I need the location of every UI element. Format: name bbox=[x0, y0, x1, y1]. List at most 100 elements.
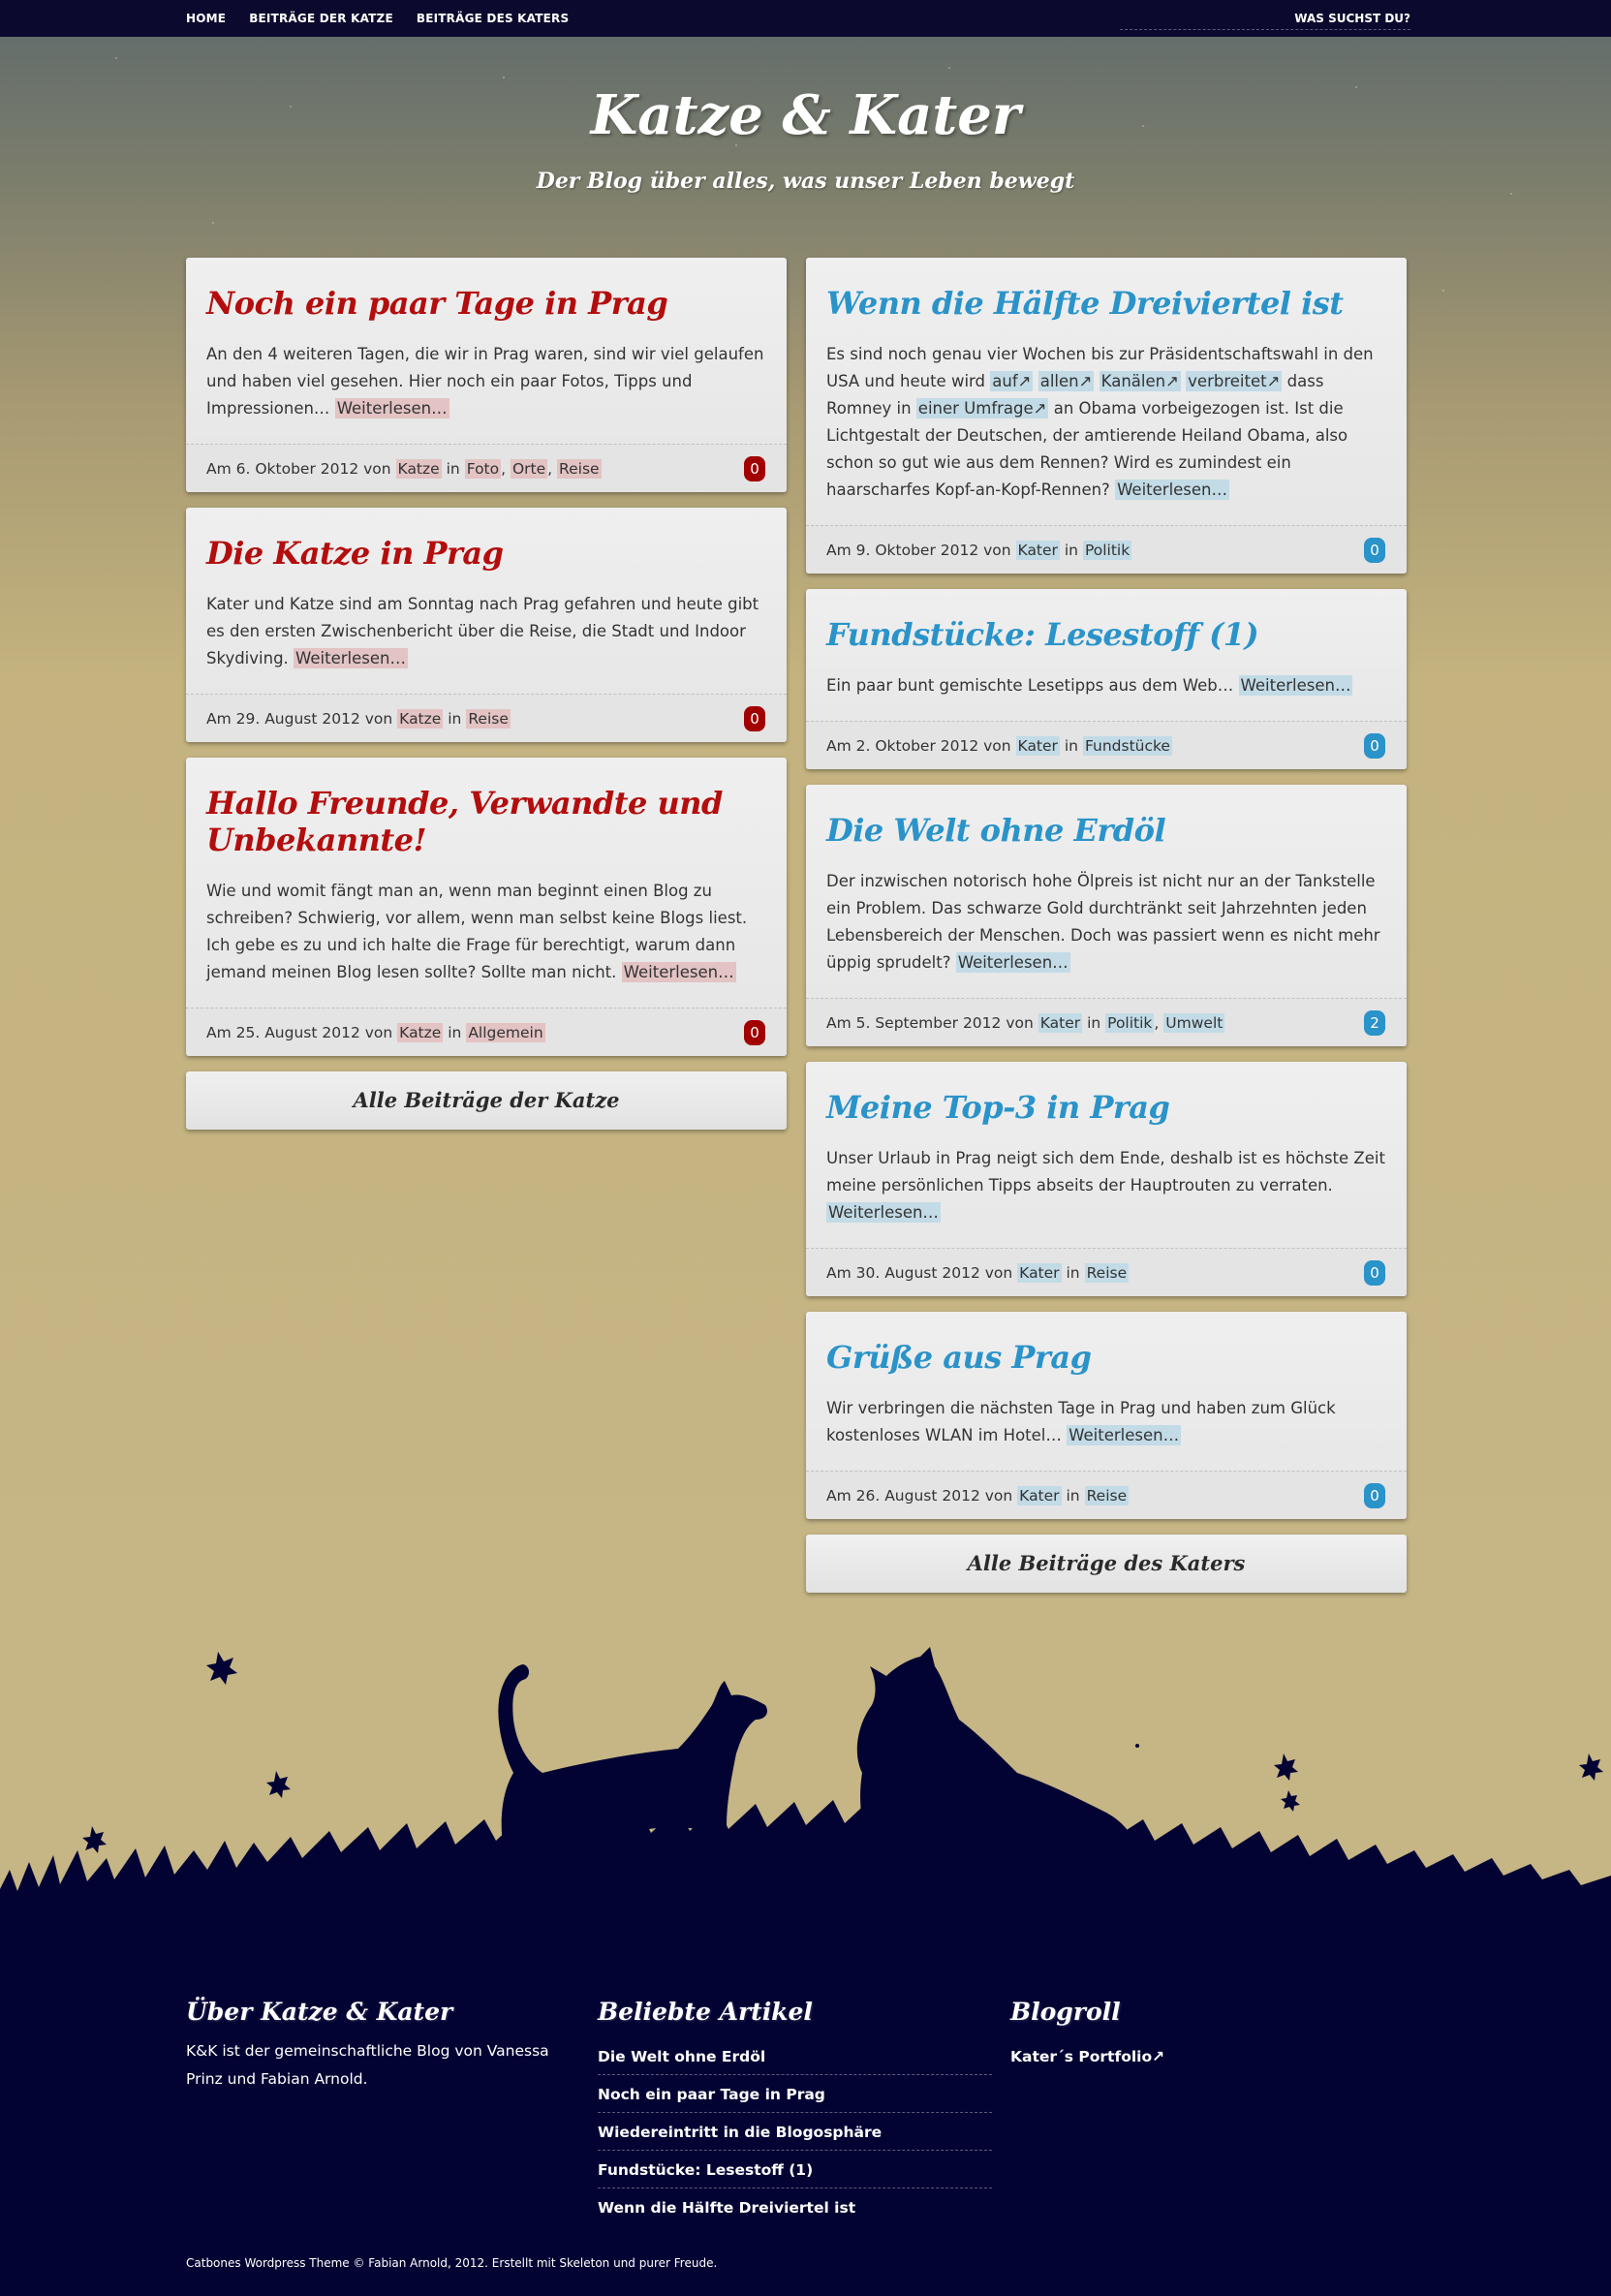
main-nav: HOME BEITRÄGE DER KATZE BEITRÄGE DES KAT… bbox=[186, 0, 569, 37]
category-link[interactable]: Umwelt bbox=[1163, 1012, 1225, 1033]
post-title[interactable]: Hallo Freunde, Verwandte und Unbekannte! bbox=[206, 785, 765, 858]
post-card: Hallo Freunde, Verwandte und Unbekannte!… bbox=[186, 758, 787, 1056]
read-more-link[interactable]: Weiterlesen… bbox=[955, 952, 1070, 973]
read-more-link[interactable]: Weiterlesen… bbox=[621, 962, 736, 982]
read-more-link[interactable]: Weiterlesen… bbox=[1115, 480, 1230, 500]
post-card: Wenn die Hälfte Dreiviertel ist Es sind … bbox=[806, 258, 1407, 574]
comment-count-badge[interactable]: 0 bbox=[744, 705, 765, 731]
category-link[interactable]: Orte bbox=[510, 458, 548, 479]
post-byline: Am 25. August 2012 von Katze in Allgemei… bbox=[206, 1022, 545, 1042]
category-link[interactable]: Allgemein bbox=[466, 1022, 545, 1042]
blogroll-link[interactable]: Kater´s Portfolio↗ bbox=[1010, 2037, 1301, 2074]
comment-count-badge[interactable]: 0 bbox=[744, 1019, 765, 1045]
read-more-link[interactable]: Weiterlesen… bbox=[826, 1202, 941, 1223]
copyright-text: Catbones Wordpress Theme © Fabian Arnold… bbox=[186, 2256, 718, 2270]
popular-article-link[interactable]: Die Welt ohne Erdöl bbox=[598, 2037, 992, 2075]
site-subtitle: Der Blog über alles, was unser Leben bew… bbox=[536, 169, 1075, 194]
post-title[interactable]: Fundstücke: Lesestoff (1) bbox=[826, 616, 1385, 653]
author-link[interactable]: Katze bbox=[397, 708, 444, 729]
read-more-link[interactable]: Weiterlesen… bbox=[1238, 675, 1353, 696]
author-link[interactable]: Kater bbox=[1017, 1262, 1062, 1283]
external-link[interactable]: Kanälen↗ bbox=[1099, 371, 1181, 391]
post-title[interactable]: Die Welt ohne Erdöl bbox=[826, 812, 1385, 849]
post-excerpt: Kater und Katze sind am Sonntag nach Pra… bbox=[206, 595, 759, 668]
post-title[interactable]: Meine Top-3 in Prag bbox=[826, 1089, 1385, 1126]
post-card: Die Katze in Prag Kater und Katze sind a… bbox=[186, 508, 787, 742]
post-excerpt: Es sind noch genau vier Wochen bis zur P… bbox=[826, 345, 1374, 500]
popular-article-link[interactable]: Wenn die Hälfte Dreiviertel ist bbox=[598, 2188, 992, 2225]
post-title[interactable]: Grüße aus Prag bbox=[826, 1339, 1385, 1376]
footer-about-text: K&K ist der gemeinschaftliche Blog von V… bbox=[186, 2042, 549, 2088]
category-link[interactable]: Reise bbox=[1084, 1485, 1130, 1505]
kater-column: Wenn die Hälfte Dreiviertel ist Es sind … bbox=[806, 258, 1407, 1593]
comment-count-badge[interactable]: 0 bbox=[744, 455, 765, 481]
comment-count-badge[interactable]: 0 bbox=[1364, 1259, 1385, 1286]
post-excerpt: Unser Urlaub in Prag neigt sich dem Ende… bbox=[826, 1149, 1385, 1223]
post-meta: Am 2. Oktober 2012 von Kater in Fundstüc… bbox=[806, 721, 1407, 769]
nav-home[interactable]: HOME bbox=[186, 12, 226, 25]
cats-silhouette-illustration bbox=[0, 1647, 1611, 1938]
all-katze-posts-button[interactable]: Alle Beiträge der Katze bbox=[186, 1071, 787, 1130]
read-more-link[interactable]: Weiterlesen… bbox=[334, 398, 449, 419]
footer-blogroll: Blogroll Kater´s Portfolio↗ bbox=[1010, 1998, 1398, 2074]
footer-popular: Beliebte Artikel Die Welt ohne Erdöl Noc… bbox=[598, 1998, 992, 2225]
post-title[interactable]: Noch ein paar Tage in Prag bbox=[206, 285, 765, 322]
post-byline: Am 5. September 2012 von Kater in Politi… bbox=[826, 1012, 1225, 1033]
read-more-link[interactable]: Weiterlesen… bbox=[294, 648, 408, 668]
external-link[interactable]: einer Umfrage↗ bbox=[915, 398, 1049, 419]
post-meta: Am 9. Oktober 2012 von Kater in Politik … bbox=[806, 525, 1407, 574]
author-link[interactable]: Kater bbox=[1015, 540, 1060, 560]
category-link[interactable]: Foto bbox=[464, 458, 502, 479]
popular-article-link[interactable]: Fundstücke: Lesestoff (1) bbox=[598, 2151, 992, 2188]
popular-article-link[interactable]: Noch ein paar Tage in Prag bbox=[598, 2075, 992, 2113]
footer-about: Über Katze & Kater K&K ist der gemeinsch… bbox=[186, 1998, 573, 2094]
post-excerpt: Der inzwischen notorisch hohe Ölpreis is… bbox=[826, 872, 1380, 973]
blogroll-list: Kater´s Portfolio↗ bbox=[1010, 2037, 1301, 2074]
external-link[interactable]: allen↗ bbox=[1038, 371, 1095, 391]
post-byline: Am 2. Oktober 2012 von Kater in Fundstüc… bbox=[826, 735, 1172, 756]
comment-count-badge[interactable]: 0 bbox=[1364, 732, 1385, 759]
top-navigation-bar: HOME BEITRÄGE DER KATZE BEITRÄGE DES KAT… bbox=[0, 0, 1611, 37]
post-meta: Am 30. August 2012 von Kater in Reise 0 bbox=[806, 1248, 1407, 1296]
category-link[interactable]: Reise bbox=[1084, 1262, 1130, 1283]
author-link[interactable]: Katze bbox=[397, 1022, 444, 1042]
category-link[interactable]: Fundstücke bbox=[1082, 735, 1172, 756]
post-card: Die Welt ohne Erdöl Der inzwischen notor… bbox=[806, 785, 1407, 1046]
category-link[interactable]: Politik bbox=[1082, 540, 1132, 560]
post-card: Noch ein paar Tage in Prag An den 4 weit… bbox=[186, 258, 787, 492]
external-link[interactable]: verbreitet↗ bbox=[1186, 371, 1283, 391]
author-link[interactable]: Kater bbox=[1017, 1485, 1062, 1505]
popular-article-link[interactable]: Wiedereintritt in die Blogosphäre bbox=[598, 2113, 992, 2151]
category-link[interactable]: Politik bbox=[1105, 1012, 1155, 1033]
nav-kater-posts[interactable]: BEITRÄGE DES KATERS bbox=[417, 12, 569, 25]
katze-column: Noch ein paar Tage in Prag An den 4 weit… bbox=[186, 258, 787, 1130]
category-link[interactable]: Reise bbox=[466, 708, 511, 729]
post-card: Grüße aus Prag Wir verbringen die nächst… bbox=[806, 1312, 1407, 1519]
post-byline: Am 29. August 2012 von Katze in Reise bbox=[206, 708, 511, 729]
post-excerpt: Wir verbringen die nächsten Tage in Prag… bbox=[826, 1399, 1336, 1445]
all-kater-posts-button[interactable]: Alle Beiträge des Katers bbox=[806, 1535, 1407, 1593]
nav-katze-posts[interactable]: BEITRÄGE DER KATZE bbox=[249, 12, 393, 25]
post-meta: Am 26. August 2012 von Kater in Reise 0 bbox=[806, 1471, 1407, 1519]
search-input[interactable] bbox=[1120, 8, 1410, 29]
author-link[interactable]: Kater bbox=[1015, 735, 1060, 756]
search-box bbox=[1120, 8, 1410, 30]
comment-count-badge[interactable]: 0 bbox=[1364, 1482, 1385, 1508]
post-title[interactable]: Die Katze in Prag bbox=[206, 535, 765, 572]
post-excerpt: Wie und womit fängt man an, wenn man beg… bbox=[206, 882, 748, 982]
comment-count-badge[interactable]: 2 bbox=[1364, 1009, 1385, 1036]
author-link[interactable]: Kater bbox=[1038, 1012, 1083, 1033]
external-link[interactable]: auf↗ bbox=[990, 371, 1034, 391]
post-byline: Am 9. Oktober 2012 von Kater in Politik bbox=[826, 540, 1132, 560]
footer-popular-title: Beliebte Artikel bbox=[598, 1998, 813, 2026]
category-link[interactable]: Reise bbox=[557, 458, 602, 479]
comment-count-badge[interactable]: 0 bbox=[1364, 537, 1385, 563]
site-title[interactable]: Katze & Kater bbox=[0, 83, 1611, 147]
footer-about-title: Über Katze & Kater bbox=[186, 1998, 453, 2026]
post-byline: Am 6. Oktober 2012 von Katze in Foto, Or… bbox=[206, 458, 602, 479]
popular-articles-list: Die Welt ohne Erdöl Noch ein paar Tage i… bbox=[598, 2037, 992, 2225]
read-more-link[interactable]: Weiterlesen… bbox=[1067, 1425, 1182, 1445]
post-title[interactable]: Wenn die Hälfte Dreiviertel ist bbox=[826, 285, 1385, 322]
post-excerpt: An den 4 weiteren Tagen, die wir in Prag… bbox=[206, 345, 764, 419]
author-link[interactable]: Katze bbox=[395, 458, 442, 479]
